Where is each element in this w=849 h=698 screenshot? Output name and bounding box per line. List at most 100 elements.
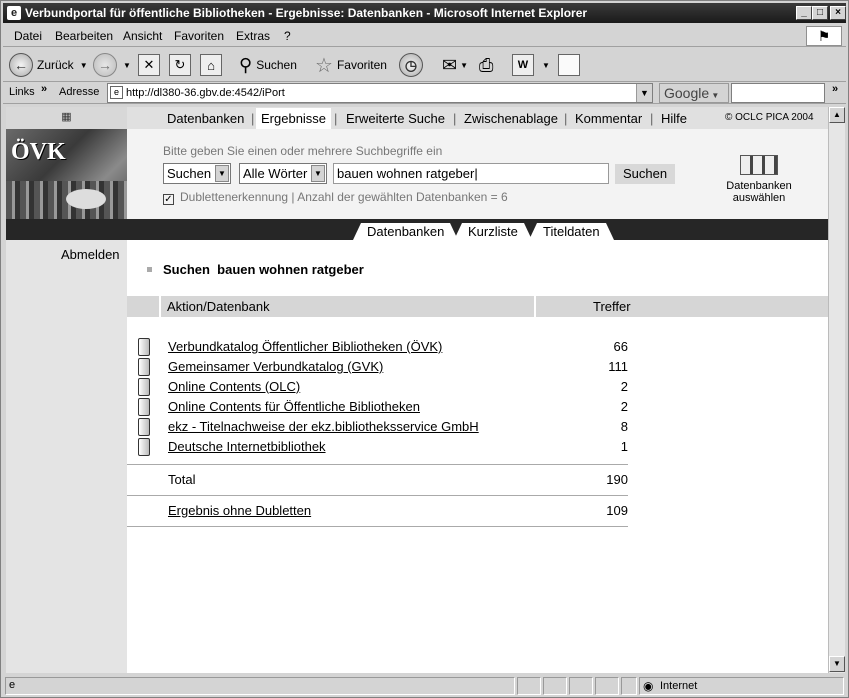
total-label: Total xyxy=(168,472,196,487)
minimize-button[interactable]: _ xyxy=(796,6,812,20)
google-label: Google xyxy=(664,85,710,101)
tab-kurzliste[interactable]: Kurzliste xyxy=(454,223,532,240)
print-button[interactable]: ⎙ xyxy=(479,52,493,78)
table-row: Verbundkatalog Öffentlicher Bibliotheken… xyxy=(127,337,628,357)
toolbar: ← Zurück ▼ → ▼ ✕ ↻ ⌂ ⚲ Suchen ☆ Favorite… xyxy=(3,48,846,82)
search-submit-button[interactable]: Suchen xyxy=(615,164,675,184)
home-button[interactable]: ⌂ xyxy=(200,52,222,78)
google-button[interactable]: Google ▼ xyxy=(659,83,729,103)
menu-bearbeiten[interactable]: Bearbeiten xyxy=(55,29,113,43)
database-link[interactable]: Online Contents für Öffentliche Biblioth… xyxy=(168,399,420,414)
nav-ergebnisse[interactable]: Ergebnisse xyxy=(256,108,332,129)
title-bar: e Verbundportal für öffentliche Biblioth… xyxy=(3,3,846,23)
nav-hilfe[interactable]: Hilfe xyxy=(661,111,687,126)
search-input[interactable]: bauen wohnen ratgeber| xyxy=(333,163,609,184)
divider xyxy=(127,464,628,465)
home-icon: ⌂ xyxy=(200,54,222,76)
maximize-button[interactable]: □ xyxy=(812,6,828,20)
database-icon[interactable] xyxy=(138,418,150,436)
select-databases-button[interactable]: Datenbanken auswählen xyxy=(723,155,795,204)
menu-ansicht[interactable]: Ansicht xyxy=(123,29,162,43)
address-input[interactable]: e http://dl380-36.gbv.de:4542/iPort ▼ xyxy=(107,83,653,103)
globe-icon: ◉ xyxy=(643,679,654,693)
back-arrow-icon: ← xyxy=(9,53,33,77)
address-label: Adresse xyxy=(59,86,100,98)
stop-button[interactable]: ✕ xyxy=(138,52,160,78)
database-link[interactable]: Gemeinsamer Verbundkatalog (GVK) xyxy=(168,359,383,374)
windows-logo-icon: ⚑ xyxy=(806,26,842,46)
database-link[interactable]: Verbundkatalog Öffentlicher Bibliotheken… xyxy=(168,339,442,354)
table-row: Deutsche Internetbibliothek 1 xyxy=(127,437,628,457)
database-link[interactable]: Deutsche Internetbibliothek xyxy=(168,439,326,454)
database-icon[interactable] xyxy=(138,358,150,376)
nav-kommentar[interactable]: Kommentar xyxy=(575,111,642,126)
tab-bar: Datenbanken Kurzliste Titeldaten xyxy=(6,219,828,240)
discuss-button[interactable] xyxy=(558,52,580,78)
address-dropdown-icon[interactable]: ▼ xyxy=(636,84,652,102)
database-icon[interactable] xyxy=(138,438,150,456)
page-status-icon: e xyxy=(9,679,16,691)
status-cell xyxy=(569,677,593,695)
database-icon[interactable] xyxy=(138,338,150,356)
page-content: ▦ ÖVK Abmelden Datenbanken | Ergebnisse … xyxy=(6,107,828,673)
menu-datei[interactable]: Datei xyxy=(14,29,42,43)
tab-datenbanken[interactable]: Datenbanken xyxy=(352,223,459,240)
refresh-button[interactable]: ↻ xyxy=(169,52,191,78)
search-query: bauen wohnen ratgeber xyxy=(337,166,475,181)
database-link[interactable]: ekz - Titelnachweise der ekz.bibliotheks… xyxy=(168,419,479,434)
status-cell xyxy=(595,677,619,695)
word-mode-select[interactable]: Alle Wörter ▼ xyxy=(239,163,327,184)
scroll-down-icon[interactable]: ▼ xyxy=(829,656,845,672)
dedup-checkbox[interactable]: ✓ xyxy=(163,194,174,205)
vertical-scrollbar[interactable]: ▲ ▼ xyxy=(828,107,845,673)
chevron-down-icon: ▼ xyxy=(311,165,325,182)
status-bar: e ◉ Internet xyxy=(3,676,846,696)
database-icon[interactable] xyxy=(138,398,150,416)
links-chevron-icon[interactable]: » xyxy=(41,83,47,95)
dedup-row: Ergebnis ohne Dubletten 109 xyxy=(127,501,628,521)
scroll-up-icon[interactable]: ▲ xyxy=(829,107,845,123)
logout-link[interactable]: Abmelden xyxy=(61,247,120,262)
select-databases-label-2: auswählen xyxy=(732,192,786,204)
nav-erweiterte-suche[interactable]: Erweiterte Suche xyxy=(346,111,445,126)
star-icon: ☆ xyxy=(315,54,333,77)
tab-titeldaten[interactable]: Titeldaten xyxy=(529,223,614,240)
close-button[interactable]: × xyxy=(830,6,846,20)
mail-icon: ✉ xyxy=(442,54,458,75)
bullet-icon xyxy=(147,267,152,272)
forward-button[interactable]: → ▼ xyxy=(93,52,131,78)
hit-count: 2 xyxy=(620,399,628,414)
toolbar-chevron-icon[interactable]: » xyxy=(832,83,838,95)
back-button[interactable]: ← Zurück ▼ xyxy=(9,52,88,78)
mail-button[interactable]: ✉ ▼ xyxy=(442,52,468,78)
menu-favoriten[interactable]: Favoriten xyxy=(174,29,224,43)
status-cell xyxy=(517,677,541,695)
hit-count: 8 xyxy=(620,419,628,434)
result-heading: Suchen bauen wohnen ratgeber xyxy=(163,262,364,277)
database-icon[interactable] xyxy=(138,378,150,396)
edit-button[interactable]: W ▼ xyxy=(512,52,550,78)
dedup-result-link[interactable]: Ergebnis ohne Dubletten xyxy=(168,503,311,518)
status-cell xyxy=(621,677,637,695)
note-icon xyxy=(558,54,580,76)
hit-count: 2 xyxy=(620,379,628,394)
divider xyxy=(127,495,628,496)
history-button[interactable]: ◷ xyxy=(399,52,423,78)
search-panel: Bitte geben Sie einen oder mehrere Suchb… xyxy=(127,129,828,219)
zone-label: Internet xyxy=(660,680,698,692)
menu-help[interactable]: ? xyxy=(284,29,291,43)
links-label[interactable]: Links xyxy=(9,86,35,98)
favorites-button[interactable]: ☆ Favoriten xyxy=(315,52,387,78)
search-button[interactable]: ⚲ Suchen xyxy=(239,52,297,78)
google-search-input[interactable] xyxy=(731,83,825,103)
search-mode-select[interactable]: Suchen ▼ xyxy=(163,163,231,184)
chevron-down-icon: ▼ xyxy=(215,165,229,182)
total-count: 190 xyxy=(606,472,628,487)
menu-extras[interactable]: Extras xyxy=(236,29,270,43)
nav-zwischenablage[interactable]: Zwischenablage xyxy=(464,111,558,126)
logo-text: ÖVK xyxy=(11,139,66,165)
uk-flag-icon[interactable]: ▦ xyxy=(6,107,127,129)
database-link[interactable]: Online Contents (OLC) xyxy=(168,379,300,394)
address-url: http://dl380-36.gbv.de:4542/iPort xyxy=(126,87,285,99)
nav-datenbanken[interactable]: Datenbanken xyxy=(167,111,244,126)
